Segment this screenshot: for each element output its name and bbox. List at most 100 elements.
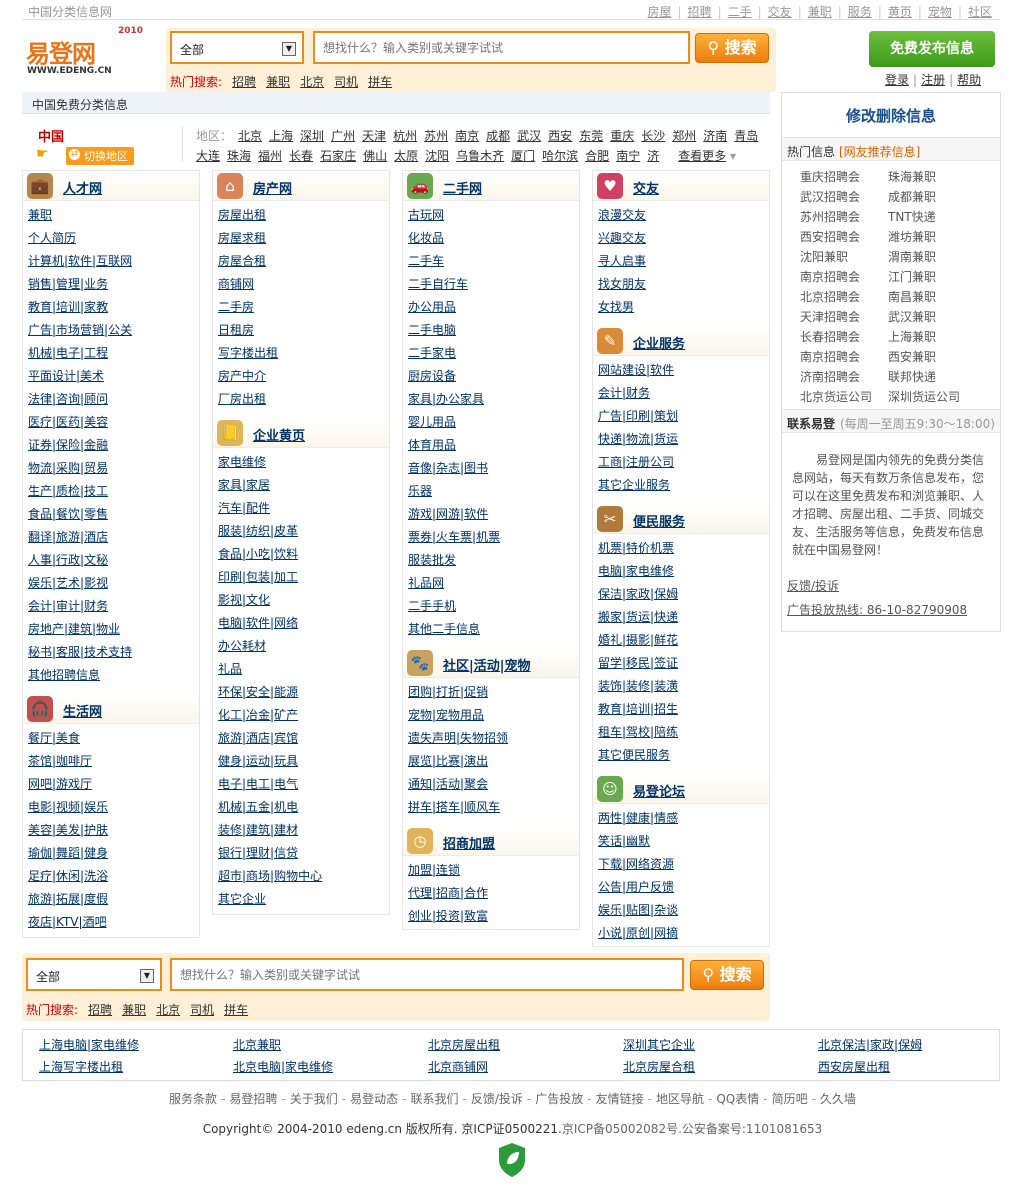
city-link[interactable]: 哈尔滨 [542, 149, 578, 163]
category-link[interactable]: 餐厅|美食 [28, 730, 199, 753]
hot-info-link[interactable]: 武汉招聘会 [800, 187, 888, 207]
category-link[interactable]: 商铺网 [218, 276, 389, 299]
section-title[interactable]: 生活网 [63, 701, 102, 720]
hot-keyword[interactable]: 司机 [334, 75, 358, 89]
city-link[interactable]: 南京 [455, 129, 479, 143]
category-link[interactable]: 医疗|医药|美容 [28, 414, 199, 437]
section-title[interactable]: 二手网 [443, 178, 482, 197]
city-link[interactable]: 福州 [258, 149, 282, 163]
footer-link[interactable]: 服务条款 [169, 1092, 217, 1106]
category-link[interactable]: 通知|活动|聚会 [408, 776, 579, 799]
category-link[interactable]: 租车|驾校|陪练 [598, 724, 769, 747]
category-link[interactable]: 夜店|KTV|酒吧 [28, 914, 199, 937]
section-title[interactable]: 企业黄页 [253, 425, 305, 444]
search-button[interactable]: ⚲ 搜索 [695, 33, 769, 63]
category-link[interactable]: 家电维修 [218, 454, 389, 477]
category-link[interactable]: 游戏|网游|软件 [408, 506, 579, 529]
section-title[interactable]: 社区|活动|宠物 [443, 655, 531, 674]
friend-link[interactable]: 北京房屋合租 [623, 1058, 695, 1075]
category-link[interactable]: 公告|用户反馈 [598, 879, 769, 902]
category-link[interactable]: 超市|商场|购物中心 [218, 868, 389, 891]
category-link[interactable]: 房屋合租 [218, 253, 389, 276]
category-link[interactable]: 工商|注册公司 [598, 454, 769, 477]
more-cities-link[interactable]: 查看更多 [678, 149, 726, 163]
city-link[interactable]: 西安 [548, 129, 572, 143]
category-link[interactable]: 银行|理财|信贷 [218, 845, 389, 868]
friend-link[interactable]: 北京兼职 [233, 1036, 281, 1053]
hot-info-link[interactable]: 南京招聘会 [800, 347, 888, 367]
user-link[interactable]: 登录 [885, 73, 909, 87]
category-link[interactable]: 平面设计|美术 [28, 368, 199, 391]
chevron-down-icon[interactable]: ▼ [140, 969, 154, 983]
category-link[interactable]: 其它便民服务 [598, 747, 769, 770]
hot-info-link[interactable]: 南京招聘会 [800, 267, 888, 287]
category-link[interactable]: 法律|咨询|顾问 [28, 391, 199, 414]
category-link[interactable]: 日租房 [218, 322, 389, 345]
category-link[interactable]: 印刷|包装|加工 [218, 569, 389, 592]
category-link[interactable]: 网站建设|软件 [598, 362, 769, 385]
section-title[interactable]: 房产网 [253, 178, 292, 197]
category-link[interactable]: 食品|餐饮|零售 [28, 506, 199, 529]
city-link[interactable]: 天津 [362, 129, 386, 143]
city-link[interactable]: 成都 [486, 129, 510, 143]
friend-link[interactable]: 北京商铺网 [428, 1058, 488, 1075]
category-link[interactable]: 音像|杂志|图书 [408, 460, 579, 483]
city-link[interactable]: 杭州 [393, 129, 417, 143]
footer-link[interactable]: 反馈/投诉 [471, 1092, 523, 1106]
category-link[interactable]: 秘书|客服|技术支持 [28, 644, 199, 667]
hot-keyword[interactable]: 招聘 [232, 75, 256, 89]
city-link[interactable]: 长沙 [641, 129, 665, 143]
category-link[interactable]: 证券|保险|金融 [28, 437, 199, 460]
city-link[interactable]: 大连 [196, 149, 220, 163]
category-link[interactable]: 机械|五金|机电 [218, 799, 389, 822]
city-link[interactable]: 郑州 [672, 129, 696, 143]
category-link[interactable]: 寻人启事 [598, 253, 769, 276]
city-link[interactable]: 石家庄 [320, 149, 356, 163]
category-link[interactable]: 加盟|连锁 [408, 862, 579, 885]
hot-info-link[interactable]: 西安兼职 [888, 347, 976, 367]
hot-info-link[interactable]: 长春招聘会 [800, 327, 888, 347]
category-link[interactable]: 其它企业 [218, 891, 389, 914]
category-link[interactable]: 笑话|幽默 [598, 833, 769, 856]
bottom-hot-keyword[interactable]: 司机 [190, 1003, 214, 1017]
hot-info-link[interactable]: 南昌兼职 [888, 287, 976, 307]
city-link[interactable]: 济南 [703, 129, 727, 143]
section-title[interactable]: 易登论坛 [633, 781, 685, 800]
section-title[interactable]: 人才网 [63, 178, 102, 197]
category-link[interactable]: 厨房设备 [408, 368, 579, 391]
feedback-link[interactable]: 反馈/投诉 [787, 577, 839, 594]
hot-info-link[interactable]: 武汉兼职 [888, 307, 976, 327]
category-link[interactable]: 兼职 [28, 207, 199, 230]
category-link[interactable]: 化工|冶金|矿产 [218, 707, 389, 730]
top-nav-item[interactable]: 交友 [768, 5, 792, 19]
city-link[interactable]: 北京 [238, 129, 262, 143]
section-title[interactable]: 企业服务 [633, 333, 685, 352]
top-nav-item[interactable]: 服务 [848, 5, 872, 19]
category-link[interactable]: 广告|印刷|策划 [598, 408, 769, 431]
city-link[interactable]: 苏州 [424, 129, 448, 143]
friend-link[interactable]: 深圳其它企业 [623, 1036, 695, 1053]
category-link[interactable]: 家具|家居 [218, 477, 389, 500]
publish-button[interactable]: 免费发布信息 [869, 31, 995, 67]
hot-info-link[interactable]: 成都兼职 [888, 187, 976, 207]
category-link[interactable]: 广告|市场营销|公关 [28, 322, 199, 345]
category-link[interactable]: 办公耗材 [218, 638, 389, 661]
category-link[interactable]: 计算机|软件|互联网 [28, 253, 199, 276]
category-link[interactable]: 装饰|装修|装潢 [598, 678, 769, 701]
category-link[interactable]: 浪漫交友 [598, 207, 769, 230]
hot-info-link[interactable]: 深圳货运公司 [888, 387, 976, 407]
category-link[interactable]: 物流|采购|贸易 [28, 460, 199, 483]
city-link[interactable]: 合肥 [585, 149, 609, 163]
top-nav-item[interactable]: 兼职 [808, 5, 832, 19]
user-link[interactable]: 注册 [921, 73, 945, 87]
bottom-hot-keyword[interactable]: 拼车 [224, 1003, 248, 1017]
category-link[interactable]: 婴儿用品 [408, 414, 579, 437]
hot-info-link[interactable]: 西安招聘会 [800, 227, 888, 247]
category-link[interactable]: 服装|纺织|皮革 [218, 523, 389, 546]
hot-info-link[interactable]: 联邦快递 [888, 367, 976, 387]
city-link[interactable]: 厦门 [511, 149, 535, 163]
friend-link[interactable]: 上海电脑|家电维修 [39, 1036, 139, 1053]
category-link[interactable]: 食品|小吃|饮料 [218, 546, 389, 569]
footer-link[interactable]: 易登招聘 [229, 1092, 277, 1106]
city-link[interactable]: 长春 [289, 149, 313, 163]
